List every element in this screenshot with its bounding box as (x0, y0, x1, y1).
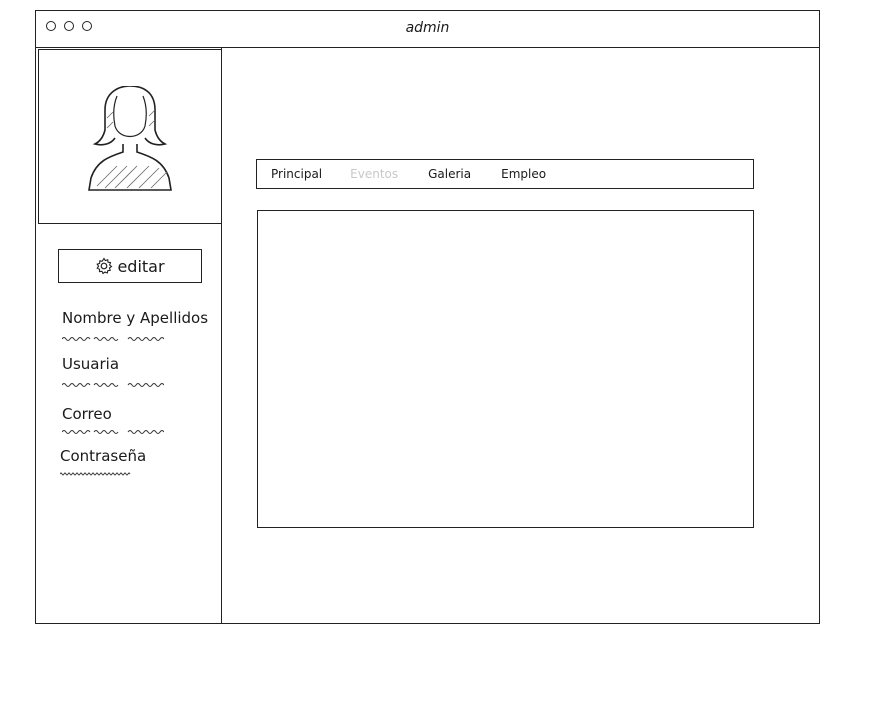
field-value-name (62, 337, 164, 341)
window-title: admin (405, 20, 450, 36)
title-bar: admin (36, 11, 819, 48)
tab-eventos[interactable]: Eventos (350, 167, 398, 181)
field-value-user (62, 383, 164, 387)
content-panel (257, 210, 754, 528)
gear-icon (96, 257, 113, 275)
field-value-email (62, 430, 164, 434)
tab-bar: Principal Eventos Galeria Empleo (256, 159, 754, 189)
tab-empleo[interactable]: Empleo (501, 167, 546, 181)
user-female-icon (88, 86, 172, 191)
field-value-password (60, 472, 131, 476)
field-label-email: Correo (62, 405, 112, 423)
avatar (38, 49, 222, 224)
edit-button-label: editar (117, 256, 165, 276)
app-window: admin editar Nombre y Apellidos Usuaria … (35, 10, 820, 624)
field-label-user: Usuaria (62, 355, 120, 373)
tab-principal[interactable]: Principal (271, 167, 322, 181)
tab-galeria[interactable]: Galeria (428, 167, 471, 181)
field-label-password: Contraseña (60, 447, 147, 465)
profile-sidebar: editar Nombre y Apellidos Usuaria Correo… (36, 47, 222, 623)
edit-profile-button[interactable]: editar (58, 249, 202, 283)
field-label-name: Nombre y Apellidos (62, 309, 209, 327)
